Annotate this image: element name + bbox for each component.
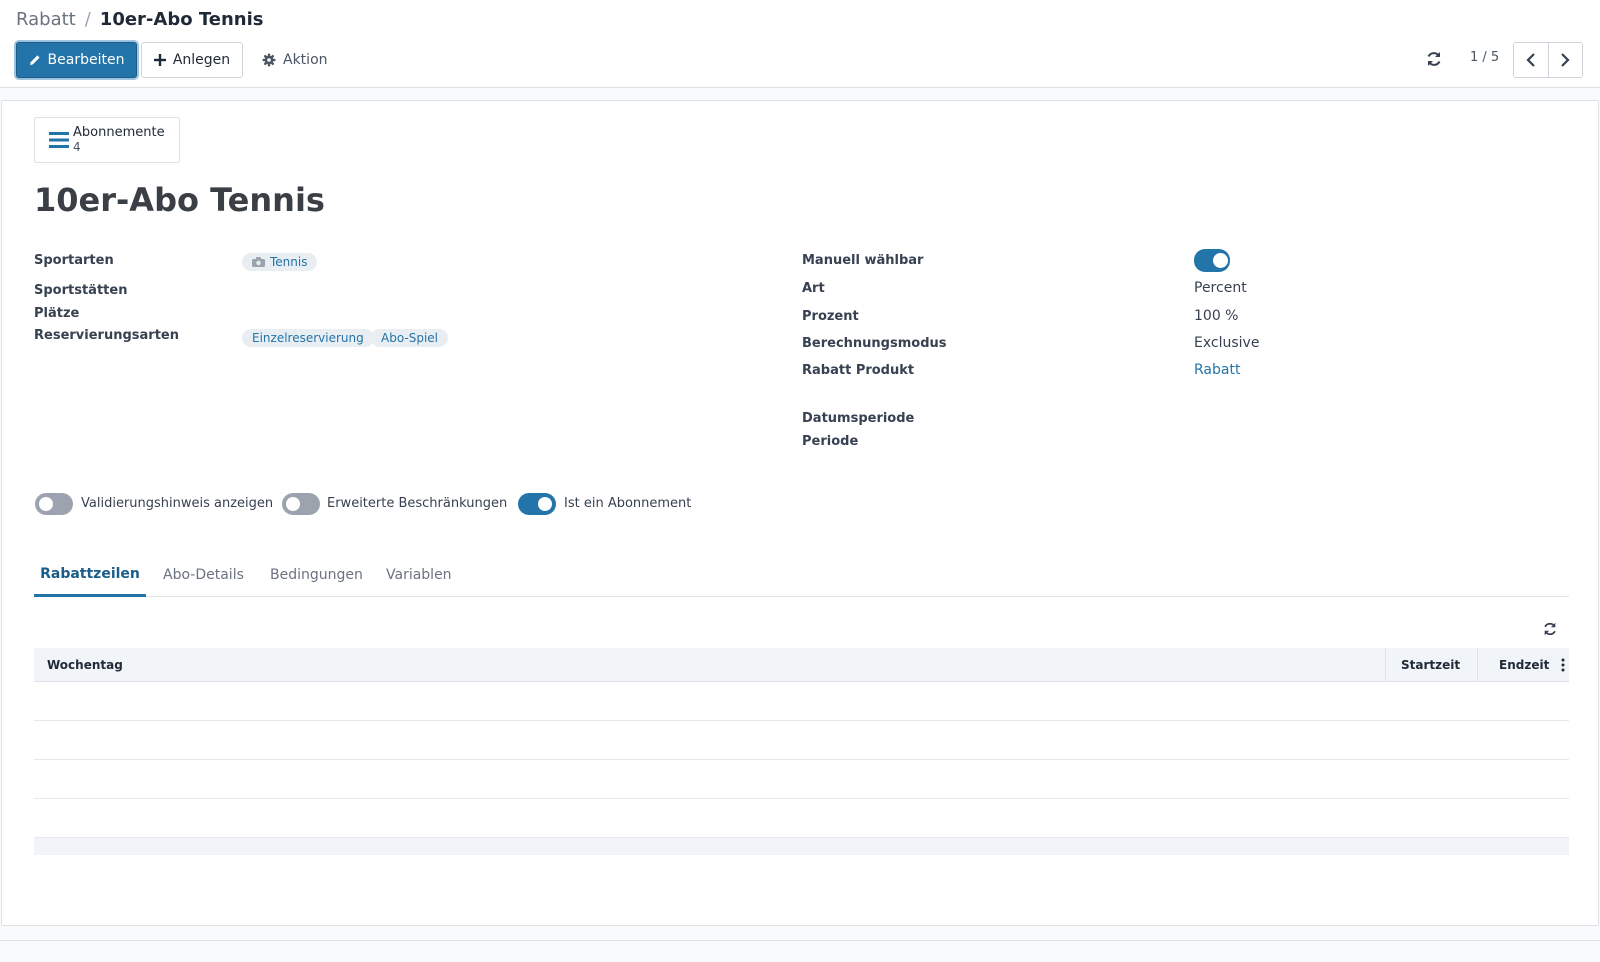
manuell-waehlbar-toggle[interactable] xyxy=(1194,249,1230,272)
rabatt-produkt-link[interactable]: Rabatt xyxy=(1194,362,1240,378)
smart-button-label: Abonnemente xyxy=(73,125,165,140)
breadcrumb-separator: / xyxy=(84,9,91,30)
pager-value[interactable]: 1 / 5 xyxy=(1470,50,1499,65)
column-header-startzeit[interactable]: Startzeit xyxy=(1401,648,1460,682)
art-value: Percent xyxy=(1194,280,1247,296)
sportarten-tag[interactable]: Tennis xyxy=(242,253,318,271)
gear-icon xyxy=(262,53,276,67)
rabatt-produkt-label: Rabatt Produkt xyxy=(802,363,915,378)
subscriptions-smart-button[interactable]: Abonnemente 4 xyxy=(34,117,180,163)
notebook-tabs: Rabattzeilen Abo-Details Bedingungen Var… xyxy=(34,553,1569,597)
pager-next-button[interactable] xyxy=(1547,43,1582,77)
table-refresh-icon[interactable] xyxy=(1542,621,1558,637)
toggle-knob xyxy=(1213,253,1228,268)
berechnungsmodus-value: Exclusive xyxy=(1194,335,1260,351)
datumsperiode-label: Datumsperiode xyxy=(802,411,915,426)
toggle-knob xyxy=(538,497,552,511)
table-row xyxy=(34,682,1569,721)
table-footer xyxy=(34,838,1569,855)
breadcrumb: Rabatt / 10er-Abo Tennis xyxy=(16,9,263,30)
create-button-label: Anlegen xyxy=(172,52,231,68)
manuell-waehlbar-label: Manuell wählbar xyxy=(802,253,924,268)
reservierungsart-tag-abo[interactable]: Abo-Spiel xyxy=(371,329,449,347)
refresh-icon[interactable] xyxy=(1425,50,1443,68)
prozent-label: Prozent xyxy=(802,309,859,324)
tab-rabattzeilen[interactable]: Rabattzeilen xyxy=(34,553,146,597)
rabattzeilen-table: Wochentag Startzeit Endzeit xyxy=(34,648,1569,855)
table-row xyxy=(34,760,1569,799)
breadcrumb-parent-link[interactable]: Rabatt xyxy=(16,9,76,30)
reservierungsart-tag-einzel[interactable]: Einzelreservierung xyxy=(242,329,374,347)
page-bottom-divider xyxy=(0,940,1600,941)
reservierungsart-tag-label: Einzelreservierung xyxy=(252,331,364,345)
berechnungsmodus-label: Berechnungsmodus xyxy=(802,336,947,351)
sportarten-tag-label: Tennis xyxy=(270,255,308,269)
pager-previous-button[interactable] xyxy=(1514,43,1548,77)
form-sheet: Abonnemente 4 10er-Abo Tennis Sportarten… xyxy=(1,100,1599,926)
column-divider xyxy=(1477,648,1478,682)
list-icon xyxy=(49,132,69,148)
table-row xyxy=(34,721,1569,760)
validierungshinweis-toggle[interactable] xyxy=(35,493,73,515)
chevron-right-icon xyxy=(1561,53,1571,67)
toggle-knob xyxy=(39,497,53,511)
toggle-knob xyxy=(286,497,300,511)
plus-icon xyxy=(153,54,166,66)
periode-label: Periode xyxy=(802,434,859,449)
edit-button[interactable]: Bearbeiten xyxy=(16,42,137,78)
prozent-value: 100 % xyxy=(1194,308,1239,324)
table-header: Wochentag Startzeit Endzeit xyxy=(34,648,1569,682)
column-header-endzeit[interactable]: Endzeit xyxy=(1499,648,1549,682)
erweiterte-beschraenkungen-label: Erweiterte Beschränkungen xyxy=(327,496,508,511)
breadcrumb-current: 10er-Abo Tennis xyxy=(99,9,264,30)
sportstaetten-label: Sportstätten xyxy=(34,283,128,298)
action-menu-button[interactable]: Aktion xyxy=(262,42,338,78)
tab-variablen[interactable]: Variablen xyxy=(386,553,452,597)
erweiterte-beschraenkungen-toggle[interactable] xyxy=(282,493,320,515)
pencil-icon xyxy=(29,55,40,65)
tab-abo-details[interactable]: Abo-Details xyxy=(163,553,244,597)
table-row xyxy=(34,799,1569,838)
chevron-left-icon xyxy=(1526,53,1535,67)
control-panel: Rabatt / 10er-Abo Tennis Bearbeiten Anle… xyxy=(0,0,1600,88)
camera-icon xyxy=(252,257,265,267)
edit-button-label: Bearbeiten xyxy=(47,52,125,68)
validierungshinweis-label: Validierungshinweis anzeigen xyxy=(81,496,274,511)
smart-button-count: 4 xyxy=(73,140,81,154)
art-label: Art xyxy=(802,281,825,296)
action-menu-label: Aktion xyxy=(283,52,328,68)
tab-bedingungen[interactable]: Bedingungen xyxy=(270,553,363,597)
pager-buttons xyxy=(1513,42,1583,78)
plaetze-label: Plätze xyxy=(34,306,80,321)
column-header-wochentag[interactable]: Wochentag xyxy=(47,648,123,682)
sportarten-label: Sportarten xyxy=(34,253,114,268)
reservierungsart-tag-label: Abo-Spiel xyxy=(381,331,439,345)
ist-abonnement-toggle[interactable] xyxy=(518,493,556,515)
reservierungsarten-label: Reservierungsarten xyxy=(34,328,179,343)
column-divider xyxy=(1385,648,1386,682)
create-button[interactable]: Anlegen xyxy=(141,42,243,78)
ist-abonnement-label: Ist ein Abonnement xyxy=(564,496,692,511)
record-title: 10er-Abo Tennis xyxy=(34,181,325,219)
column-options-icon[interactable] xyxy=(1561,658,1565,672)
